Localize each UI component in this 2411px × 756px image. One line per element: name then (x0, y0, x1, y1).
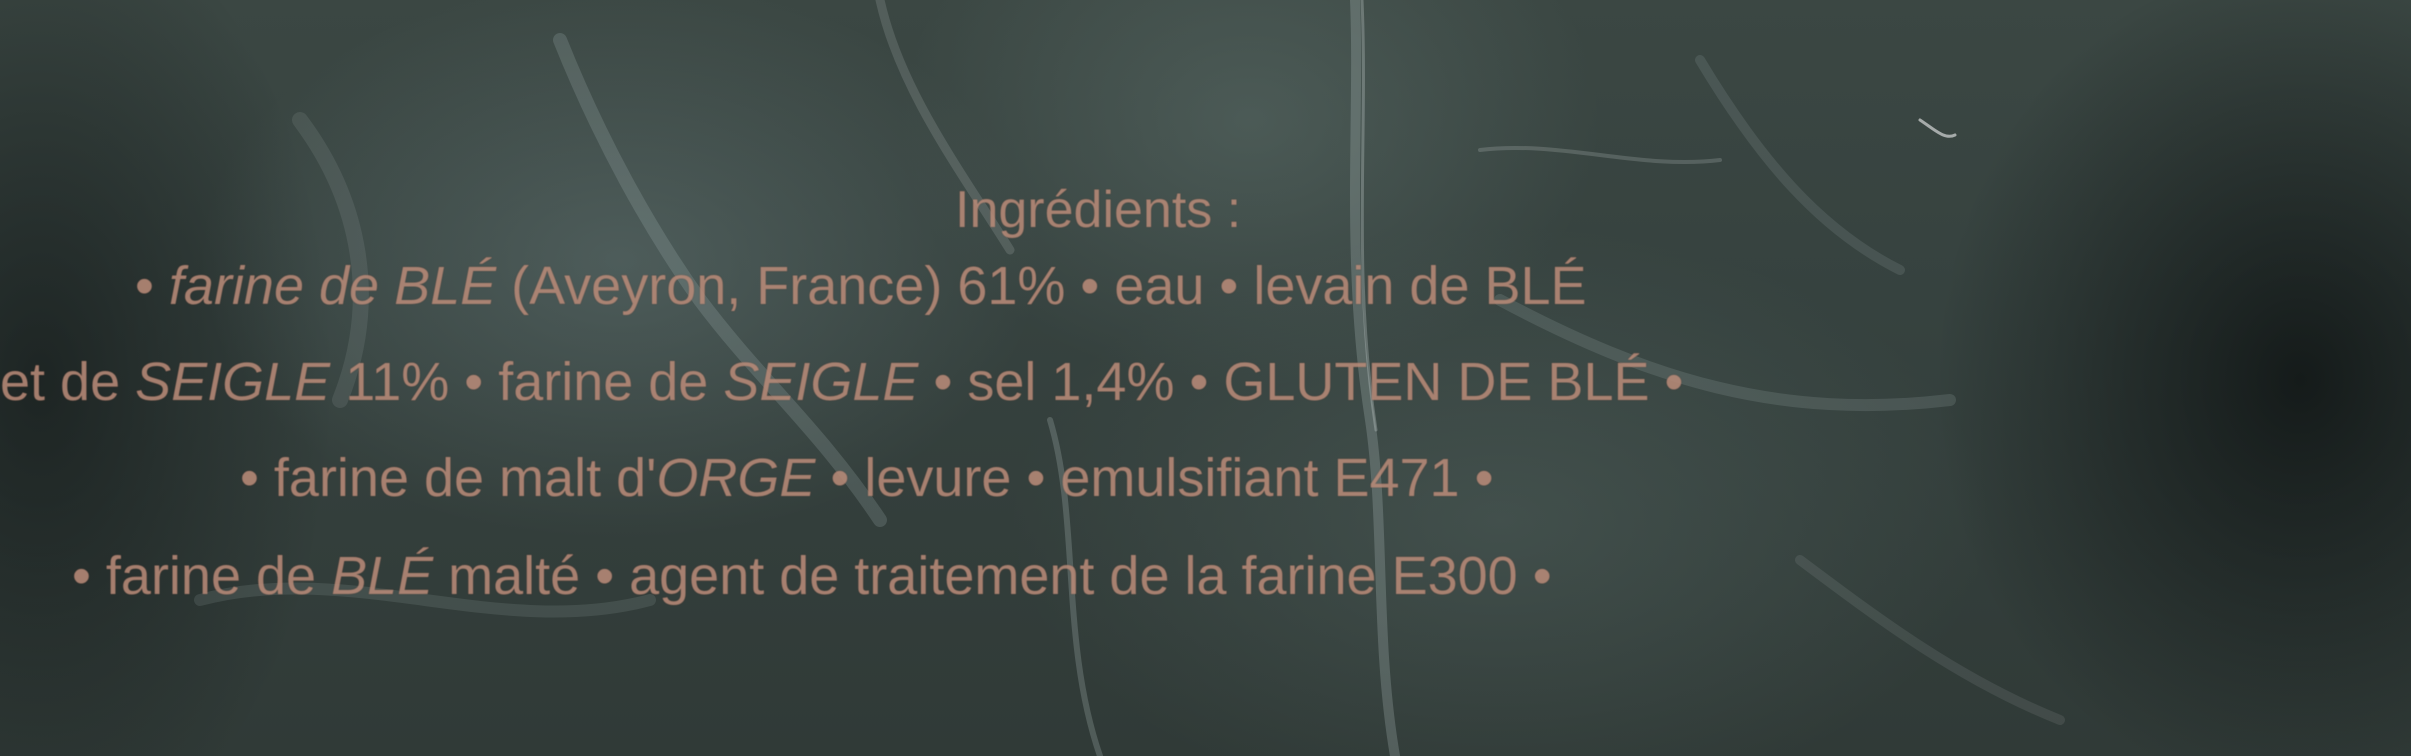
ingredients-line-4: • farine de BLÉ malté • agent de traitem… (72, 546, 1552, 606)
line4-ble: BLÉ (331, 546, 434, 606)
ingredients-line-1: • farine de BLÉ (Aveyron, France) 61% • … (135, 256, 1587, 316)
packaging-photo: Ingrédients : • farine de BLÉ (Aveyron, … (0, 0, 2411, 756)
line2-seigle: SEIGLE (135, 352, 331, 412)
line1-farine: farine de (168, 256, 395, 316)
line2-seigle-2: SEIGLE (723, 352, 919, 412)
ingredients-line-2: et de SEIGLE 11% • farine de SEIGLE • se… (0, 352, 1683, 412)
line3-orge: ORGE (656, 448, 816, 508)
line1-rest: (Aveyron, France) 61% • eau • levain de … (496, 256, 1587, 316)
line2-middle: 11% • farine de (330, 352, 724, 412)
line1-bullet: • (135, 256, 169, 316)
line4-start: • farine de (72, 546, 332, 606)
line4-rest: malté • agent de traitement de la farine… (433, 546, 1552, 606)
line1-ble: BLÉ (394, 256, 497, 316)
ingredients-line-3: • farine de malt d'ORGE • levure • emuls… (240, 448, 1494, 508)
line3-start: • farine de malt d' (240, 448, 657, 508)
line2-rest: • sel 1,4% • GLUTEN DE BLÉ • (918, 352, 1684, 412)
line3-rest: • levure • emulsifiant E471 • (815, 448, 1494, 508)
line2-start: et de (0, 352, 136, 412)
ingredients-title: Ingrédients : (955, 181, 1242, 239)
